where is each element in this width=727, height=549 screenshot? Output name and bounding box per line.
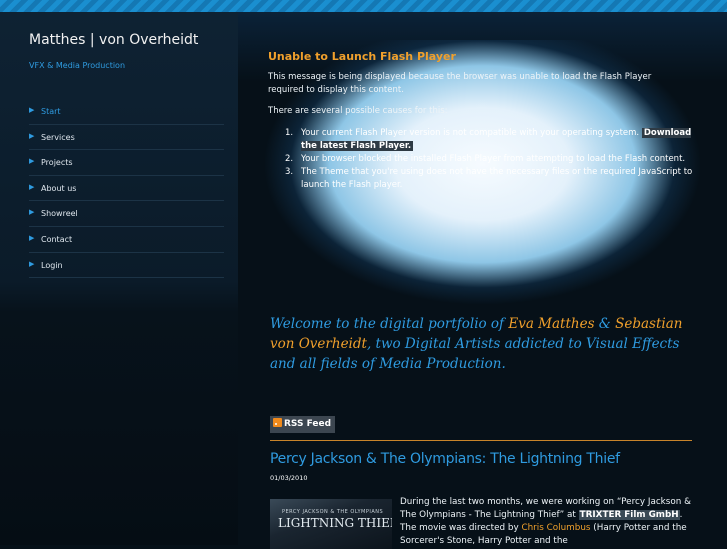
company-link[interactable]: TRIXTER Film GmbH [578,510,680,520]
nav-item-services[interactable]: ▶ Services [29,125,224,151]
nav-item-login[interactable]: ▶ Login [29,253,224,279]
nav-item-label: Contact [41,234,73,244]
nav-item-contact[interactable]: ▶ Contact [29,227,224,253]
cause-text: Your current Flash Player version is not… [301,128,640,138]
nav-item-label: Start [41,107,61,116]
thumb-caption: PERCY JACKSON & THE OLYMPIANS [282,509,384,515]
post-date: 01/03/2010 [270,474,308,482]
arrow-right-icon: ▶ [29,233,35,242]
arrow-right-icon: ▶ [29,208,35,217]
nav-item-label: About us [41,183,77,193]
list-item: 3. The Theme that you're using does not … [285,167,693,190]
post-title-link[interactable]: Percy Jackson & The Olympians: The Light… [270,451,620,467]
nav-item-start[interactable]: ▶ Start [29,99,224,125]
name-eva: Eva Matthes [508,316,595,332]
site-subtitle: VFX & Media Production [29,61,126,70]
director-link[interactable]: Chris Columbus [521,523,590,533]
rss-label: RSS Feed [284,419,332,429]
site-title[interactable]: Matthes | von Overheidt [29,32,198,48]
thumb-title: LIGHTNING THIEF [278,516,392,530]
arrow-right-icon: ▶ [29,131,35,140]
sidebar [0,12,238,545]
post-thumbnail[interactable]: PERCY JACKSON & THE OLYMPIANS LIGHTNING … [270,499,392,549]
nav-item-projects[interactable]: ▶ Projects [29,150,224,176]
welcome-text: Welcome to the digital portfolio of Eva … [270,316,683,372]
nav-item-label: Showreel [41,209,78,219]
rss-feed-button[interactable]: RSS Feed [270,416,336,433]
post-body: During the last two months, we were work… [400,497,691,546]
arrow-right-icon: ▶ [29,182,35,191]
nav-item-showreel[interactable]: ▶ Showreel [29,201,224,227]
top-stripe-bar [0,0,727,12]
list-item: 1. Your current Flash Player version is … [285,128,692,151]
cause-text: The Theme that you're using does not hav… [301,167,693,190]
flash-causes-list: 1. Your current Flash Player version is … [270,127,695,192]
cause-text: Your browser blocked the installed Flash… [301,154,686,164]
arrow-right-icon: ▶ [29,106,35,114]
nav-item-label: Login [41,260,63,270]
flash-causes-intro: There are several possible causes for th… [268,106,448,116]
nav-item-label: Services [41,132,75,142]
arrow-right-icon: ▶ [29,259,35,268]
nav-item-label: Projects [41,158,73,168]
nav-item-about-us[interactable]: ▶ About us [29,176,224,202]
rss-icon [273,418,282,427]
divider [270,440,692,441]
flash-error-title: Unable to Launch Flash Player [268,50,456,63]
main-nav: ▶ Start ▶ Services ▶ Projects ▶ About us… [29,99,224,279]
flash-error-message: This message is being displayed because … [268,72,652,95]
list-item: 2. Your browser blocked the installed Fl… [285,154,686,164]
arrow-right-icon: ▶ [29,157,35,166]
